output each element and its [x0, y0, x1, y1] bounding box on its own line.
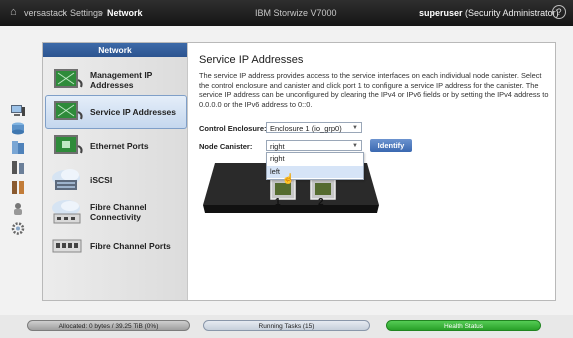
nav-item-label: iSCSI — [90, 175, 113, 185]
nav-item-fc-ports[interactable]: Fibre Channel Ports — [45, 229, 187, 263]
management-ip-icon — [54, 69, 83, 88]
running-tasks-indicator[interactable]: Running Tasks (15) — [203, 320, 370, 331]
user-name: superuser — [419, 8, 463, 18]
allocated-capacity-text: Allocated: 0 bytes / 39.25 TiB (0%) — [58, 323, 159, 330]
control-enclosure-label: Control Enclosure: — [199, 124, 267, 133]
service-ip-icon — [54, 101, 83, 120]
chevron-down-icon: ▼ — [352, 143, 358, 149]
nav-item-fc-connectivity[interactable]: Fibre Channel Connectivity — [45, 195, 187, 229]
nav-item-ethernet-ports[interactable]: Ethernet Ports — [45, 129, 187, 163]
page-description: The service IP address provides access t… — [199, 71, 549, 109]
top-bar: ⌂ versastack > Settings > Network IBM St… — [0, 0, 573, 26]
nav-item-label: Management IP Addresses — [90, 70, 153, 90]
nav-item-label: Service IP Addresses — [90, 107, 177, 117]
breadcrumb-network: Network — [107, 8, 143, 18]
volumes-icon[interactable] — [10, 140, 26, 155]
chevron-down-icon: ▼ — [352, 125, 358, 131]
node-canister-value: right — [270, 142, 285, 151]
page-title: Service IP Addresses — [199, 54, 304, 66]
nav-item-service-ip[interactable]: Service IP Addresses — [45, 95, 187, 129]
product-name: IBM Storwize V7000 — [255, 8, 337, 18]
network-panel: Network Management IP Addresses Service … — [42, 42, 556, 301]
settings-icon[interactable] — [10, 221, 26, 236]
health-status-text: Health Status — [443, 323, 484, 330]
user-menu[interactable]: superuser (Security Administrator) — [419, 8, 559, 18]
fc-connectivity-icon — [52, 200, 81, 224]
running-tasks-text: Running Tasks (15) — [258, 323, 315, 330]
node-canister-dropdown: right left — [266, 152, 364, 180]
home-icon[interactable]: ⌂ — [10, 6, 22, 18]
status-bar: Allocated: 0 bytes / 39.25 TiB (0%) Runn… — [0, 315, 573, 338]
network-nav: Network Management IP Addresses Service … — [43, 43, 188, 300]
monitoring-icon[interactable] — [10, 103, 26, 118]
nav-item-iscsi[interactable]: iSCSI — [45, 163, 187, 197]
access-icon[interactable] — [10, 201, 26, 216]
dropdown-option-right[interactable]: right — [267, 153, 363, 165]
node-canister-label: Node Canister: — [199, 142, 253, 151]
hosts-icon[interactable] — [10, 160, 26, 175]
allocated-capacity-indicator[interactable]: Allocated: 0 bytes / 39.25 TiB (0%) — [27, 320, 190, 331]
breadcrumb-separator-icon: > — [61, 8, 67, 18]
node-canister-select[interactable]: right ▼ — [266, 140, 362, 151]
copy-services-icon[interactable] — [10, 180, 26, 195]
fc-ports-icon — [52, 239, 82, 253]
canister-2-label: 2 — [318, 197, 324, 208]
nav-item-management-ip[interactable]: Management IP Addresses — [45, 63, 187, 97]
user-role: (Security Administrator) — [465, 8, 559, 18]
nav-item-label: Fibre Channel Ports — [90, 241, 171, 251]
mouse-cursor-icon: ☝ — [282, 174, 295, 185]
network-nav-header: Network — [43, 43, 187, 57]
help-icon[interactable]: ? — [552, 5, 566, 19]
nav-item-label: Fibre Channel Connectivity — [90, 202, 147, 222]
breadcrumb-separator-icon: > — [98, 8, 104, 18]
health-status-indicator[interactable]: Health Status — [386, 320, 541, 331]
control-enclosure-select[interactable]: Enclosure 1 (io_grp0) ▼ — [266, 122, 362, 133]
canister-1-label: 1 — [275, 197, 281, 208]
identify-button[interactable]: Identify — [370, 139, 412, 152]
nav-item-label: Ethernet Ports — [90, 141, 149, 151]
pools-icon[interactable] — [10, 121, 26, 136]
iscsi-icon — [52, 169, 80, 190]
ethernet-ports-icon — [54, 135, 83, 154]
control-enclosure-value: Enclosure 1 (io_grp0) — [270, 124, 342, 133]
